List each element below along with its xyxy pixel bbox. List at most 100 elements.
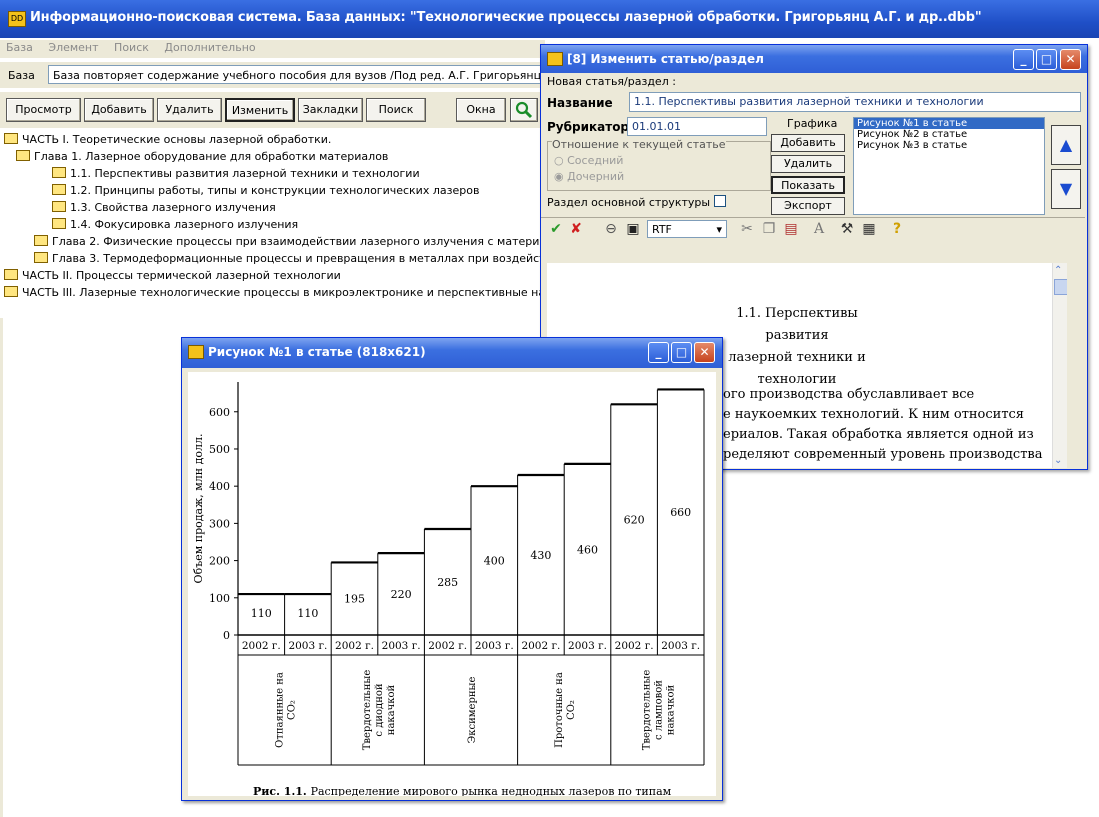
article-line: е наукоемких технологий. К ним относится bbox=[723, 407, 1024, 422]
y-tick-label: 200 bbox=[209, 555, 230, 568]
folder-icon bbox=[16, 150, 30, 161]
article-body: ого производства обуславливает все е нау… bbox=[723, 385, 1042, 465]
cut-icon[interactable]: ✂ bbox=[737, 218, 757, 240]
picture-list-item[interactable]: Рисунок №2 в статье bbox=[854, 129, 1044, 140]
move-up-button[interactable]: ▲ bbox=[1051, 125, 1081, 165]
export-button[interactable]: Экспорт bbox=[771, 197, 845, 215]
tree-node-chapter2[interactable]: Глава 2. Физические процессы при взаимод… bbox=[34, 235, 568, 248]
maximize-button[interactable]: □ bbox=[671, 342, 692, 363]
radio-child[interactable]: ◉ Дочерний bbox=[554, 170, 624, 183]
x-tick-label: 2002 г. bbox=[615, 640, 654, 652]
folder-icon bbox=[52, 218, 66, 229]
open-icon[interactable]: ⊖ bbox=[601, 218, 621, 240]
tools-icon[interactable]: ⚒ bbox=[837, 218, 857, 240]
bookmarks-button[interactable]: Закладки bbox=[298, 98, 363, 122]
content-tree: ЧАСТЬ I. Теоретические основы лазерной о… bbox=[0, 130, 568, 318]
edit-window-title-bar[interactable]: [8] Изменить статью/раздел _ □ ✕ bbox=[541, 45, 1087, 73]
tree-node-1-3[interactable]: 1.3. Свойства лазерного излучения bbox=[52, 201, 276, 214]
group-label: Отпаянные на bbox=[275, 672, 286, 748]
app-title-bar[interactable]: DD Информационно-поисковая система. База… bbox=[0, 0, 1099, 38]
main-struct-text: Раздел основной структуры bbox=[547, 196, 711, 209]
main-struct-checkbox[interactable] bbox=[713, 195, 726, 207]
window-icon bbox=[188, 345, 204, 359]
picture-list-item[interactable]: Рисунок №3 в статье bbox=[854, 140, 1044, 151]
menu-item-extra[interactable]: Дополнительно bbox=[158, 40, 261, 55]
bar-value-label: 110 bbox=[251, 607, 272, 620]
scroll-up-icon[interactable]: ⌃ bbox=[1054, 265, 1062, 276]
app-icon: DD bbox=[8, 11, 26, 27]
format-select[interactable]: RTF ▾ bbox=[647, 220, 727, 238]
menu-bar: База Элемент Поиск Дополнительно bbox=[0, 40, 545, 58]
menu-item-element[interactable]: Элемент bbox=[42, 40, 104, 55]
search-button[interactable]: Поиск bbox=[366, 98, 426, 122]
folder-icon bbox=[4, 286, 18, 297]
group-label: с диодной bbox=[374, 683, 385, 736]
move-down-button[interactable]: ▼ bbox=[1051, 169, 1081, 209]
name-field[interactable]: 1.1. Перспективы развития лазерной техни… bbox=[629, 92, 1081, 112]
article-line: ериалов. Такая обработка является одной … bbox=[723, 427, 1034, 442]
view-button[interactable]: Просмотр bbox=[6, 98, 81, 122]
picture-list[interactable]: Рисунок №1 в статье Рисунок №2 в статье … bbox=[853, 117, 1045, 215]
accept-icon[interactable]: ✔ bbox=[547, 218, 565, 240]
close-button[interactable]: ✕ bbox=[1060, 49, 1081, 70]
group-label: Твердотельные bbox=[362, 670, 373, 751]
save-icon[interactable]: ▣ bbox=[623, 218, 643, 240]
folder-icon bbox=[34, 252, 48, 263]
tree-node-1-1[interactable]: 1.1. Перспективы развития лазерной техни… bbox=[52, 167, 420, 180]
window-icon bbox=[547, 52, 563, 66]
tree-node-label: ЧАСТЬ II. Процессы термической лазерной … bbox=[22, 269, 341, 282]
tree-node-label: ЧАСТЬ III. Лазерные технологические проц… bbox=[22, 286, 560, 299]
minimize-button[interactable]: _ bbox=[648, 342, 669, 363]
x-tick-label: 2002 г. bbox=[428, 640, 467, 652]
tree-node-part1[interactable]: ЧАСТЬ I. Теоретические основы лазерной о… bbox=[4, 133, 331, 146]
minimize-button[interactable]: _ bbox=[1013, 49, 1034, 70]
article-line: ределяют современный уровень производств… bbox=[723, 447, 1043, 462]
magnifier-icon bbox=[515, 101, 533, 119]
x-tick-label: 2002 г. bbox=[242, 640, 281, 652]
font-icon[interactable]: A bbox=[809, 218, 829, 240]
tree-node-chapter1[interactable]: Глава 1. Лазерное оборудование для обраб… bbox=[16, 150, 388, 163]
paste-icon[interactable]: ▤ bbox=[781, 218, 801, 240]
edit-button[interactable]: Изменить bbox=[225, 98, 295, 122]
tree-node-label: ЧАСТЬ I. Теоретические основы лазерной о… bbox=[22, 133, 332, 146]
tree-node-1-2[interactable]: 1.2. Принципы работы, типы и конструкции… bbox=[52, 184, 479, 197]
group-label: Проточные на bbox=[554, 672, 565, 748]
main-struct-label[interactable]: Раздел основной структуры bbox=[547, 195, 726, 209]
chevron-down-icon: ▾ bbox=[716, 223, 722, 236]
delete-button[interactable]: Удалить bbox=[157, 98, 222, 122]
help-icon[interactable]: ? bbox=[887, 218, 907, 240]
tree-node-chapter3[interactable]: Глава 3. Термодеформационные процессы и … bbox=[34, 252, 566, 265]
tree-node-part2[interactable]: ЧАСТЬ II. Процессы термической лазерной … bbox=[4, 269, 341, 282]
menu-item-base[interactable]: База bbox=[0, 40, 39, 55]
add-button[interactable]: Добавить bbox=[84, 98, 154, 122]
close-button[interactable]: ✕ bbox=[694, 342, 715, 363]
cancel-icon[interactable]: ✘ bbox=[567, 218, 585, 240]
rubric-label: Рубрикатор bbox=[547, 120, 630, 134]
tree-node-1-4[interactable]: 1.4. Фокусировка лазерного излучения bbox=[52, 218, 298, 231]
scroll-thumb[interactable] bbox=[1054, 279, 1067, 295]
bar-value-label: 660 bbox=[670, 506, 691, 519]
delete-picture-button[interactable]: Удалить bbox=[771, 155, 845, 173]
radio-sibling[interactable]: ○ Соседний bbox=[554, 154, 623, 167]
editor-scrollbar[interactable]: ⌃ ⌄ bbox=[1052, 263, 1067, 468]
x-tick-label: 2003 г. bbox=[568, 640, 607, 652]
windows-button[interactable]: Окна bbox=[456, 98, 506, 122]
show-picture-button[interactable]: Показать bbox=[771, 176, 845, 194]
figure-window-title-bar[interactable]: Рисунок №1 в статье (818x621) _ □ ✕ bbox=[182, 338, 722, 368]
radio-sibling-label: Соседний bbox=[567, 154, 624, 167]
tree-node-part3[interactable]: ЧАСТЬ III. Лазерные технологические проц… bbox=[4, 286, 559, 299]
x-tick-label: 2003 г. bbox=[382, 640, 421, 652]
x-tick-label: 2003 г. bbox=[288, 640, 327, 652]
menu-item-search[interactable]: Поиск bbox=[108, 40, 155, 55]
add-picture-button[interactable]: Добавить bbox=[771, 134, 845, 152]
rubric-field[interactable]: 01.01.01 bbox=[627, 117, 767, 136]
scroll-down-icon[interactable]: ⌄ bbox=[1054, 455, 1062, 466]
find-button[interactable] bbox=[510, 98, 538, 122]
picture-list-item[interactable]: Рисунок №1 в статье bbox=[854, 118, 1044, 129]
doc-icon[interactable]: ▦ bbox=[859, 218, 879, 240]
folder-icon bbox=[52, 167, 66, 178]
base-description-field[interactable]: База повторяет содержание учебного пособ… bbox=[48, 65, 542, 84]
maximize-button[interactable]: □ bbox=[1036, 49, 1057, 70]
copy-icon[interactable]: ❐ bbox=[759, 218, 779, 240]
bar-value-label: 220 bbox=[391, 588, 412, 601]
